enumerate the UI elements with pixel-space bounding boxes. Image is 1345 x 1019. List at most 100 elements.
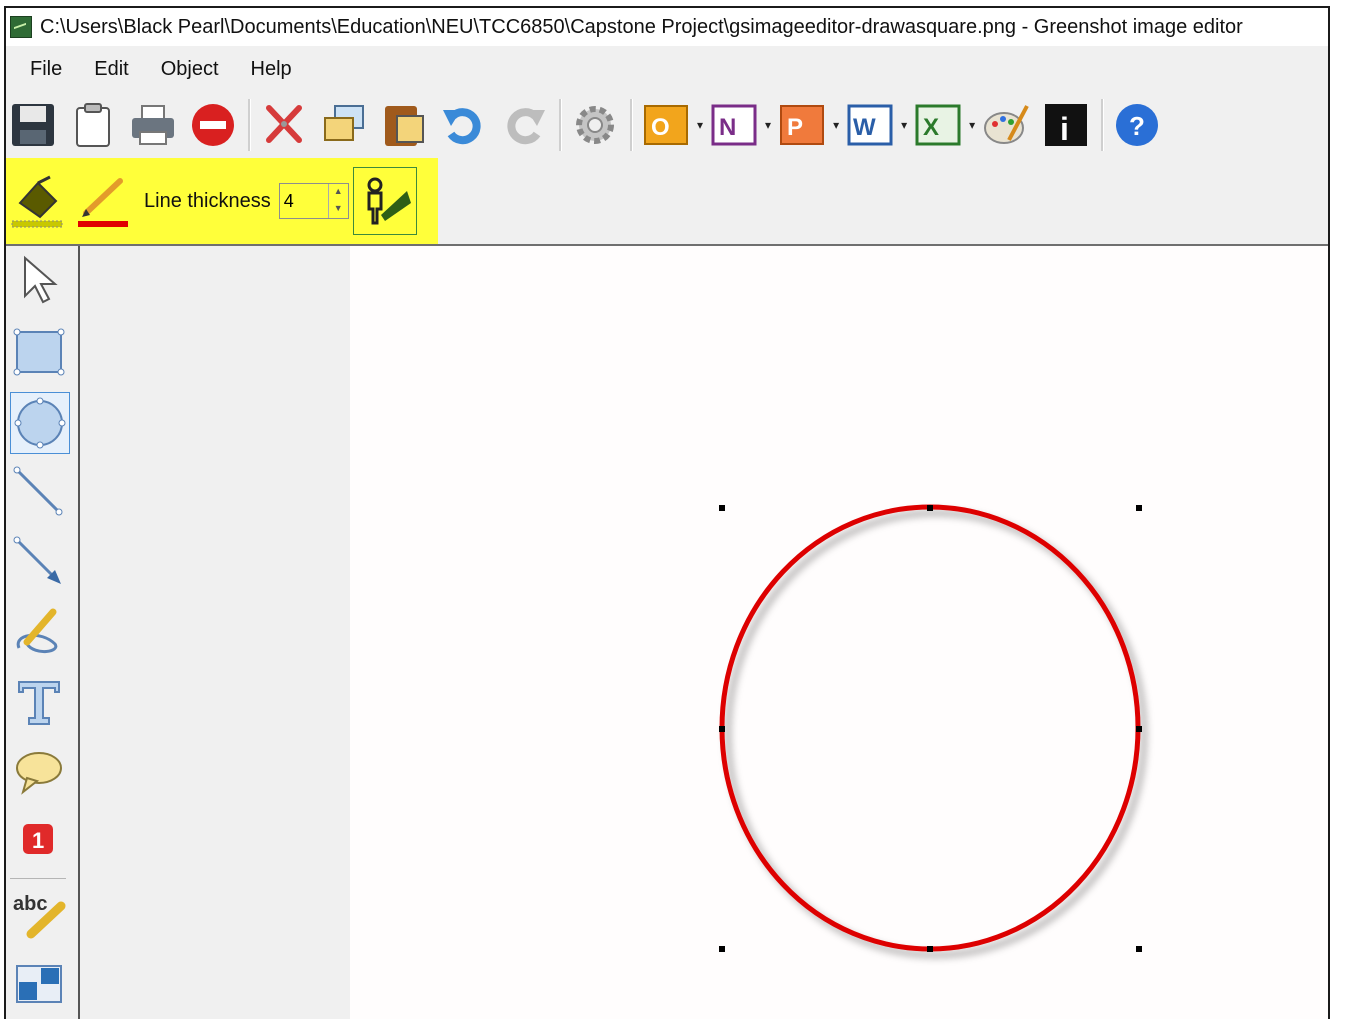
pencil-line-color-icon xyxy=(78,178,128,227)
onenote-icon: N xyxy=(711,104,757,146)
menu-help[interactable]: Help xyxy=(235,58,308,81)
excel-icon: X xyxy=(915,104,961,146)
sidebar-separator xyxy=(10,878,66,879)
shadow-toggle-button[interactable] xyxy=(352,167,417,235)
word-icon: W xyxy=(847,104,893,146)
settings-gear-icon xyxy=(576,106,614,144)
grip-right[interactable] xyxy=(1136,726,1142,732)
copy-to-clipboard-button[interactable] xyxy=(66,98,120,152)
spinner-up-icon[interactable]: ▲ xyxy=(329,184,348,201)
ellipse-tool-button[interactable] xyxy=(10,392,70,454)
highlight-tool-icon: abc xyxy=(13,893,66,939)
text-tool-button[interactable] xyxy=(10,672,68,732)
word-dropdown-arrow[interactable]: ▾ xyxy=(901,118,907,132)
menu-object[interactable]: Object xyxy=(145,58,235,81)
save-icon xyxy=(12,104,54,146)
powerpoint-icon: P xyxy=(780,105,825,145)
greenshot-app-icon xyxy=(10,16,32,38)
step-label-tool-button[interactable]: 1 xyxy=(10,810,68,870)
speechbubble-tool-button[interactable] xyxy=(10,742,68,802)
svg-text:?: ? xyxy=(1129,111,1145,141)
grip-bottom[interactable] xyxy=(927,946,933,952)
speechbubble-tool-icon xyxy=(16,752,62,795)
menu-file[interactable]: File xyxy=(6,58,78,81)
grip-top-right[interactable] xyxy=(1136,505,1142,511)
paste-button[interactable] xyxy=(377,98,431,152)
canvas-drawing xyxy=(719,504,1142,952)
svg-text:i: i xyxy=(1060,111,1069,147)
title-bar: C:\Users\Black Pearl\Documents\Education… xyxy=(6,8,1328,46)
drawing-canvas[interactable] xyxy=(350,246,1328,1019)
export-excel-button[interactable]: X xyxy=(911,98,965,152)
export-powerpoint-button[interactable]: P xyxy=(775,98,829,152)
open-in-paint-button[interactable] xyxy=(979,98,1033,152)
onenote-dropdown-arrow[interactable]: ▾ xyxy=(765,118,771,132)
help-button[interactable]: ? xyxy=(1110,98,1164,152)
line-thickness-input[interactable] xyxy=(279,184,328,218)
export-onenote-button[interactable]: N xyxy=(707,98,761,152)
line-thickness-label: Line thickness xyxy=(144,189,271,212)
image-info-button[interactable]: i xyxy=(1039,98,1093,152)
spinner-down-icon[interactable]: ▼ xyxy=(329,201,348,218)
close-editor-button[interactable] xyxy=(186,98,240,152)
paste-icon xyxy=(385,106,424,146)
menu-edit[interactable]: Edit xyxy=(78,58,144,81)
export-word-button[interactable]: W xyxy=(843,98,897,152)
line-color-button[interactable] xyxy=(70,168,134,234)
freehand-tool-icon xyxy=(16,608,58,653)
step-label-tool-icon: 1 xyxy=(23,824,53,854)
powerpoint-dropdown-arrow[interactable]: ▾ xyxy=(833,118,839,132)
svg-text:1: 1 xyxy=(32,828,44,853)
undo-button[interactable] xyxy=(437,98,491,152)
clipboard-icon xyxy=(76,103,110,147)
main-toolbar: O ▾ N ▾ P ▾ W ▾ X ▾ i ? xyxy=(6,92,1328,158)
close-editor-icon xyxy=(192,104,234,146)
canvas-gutter xyxy=(80,246,350,1019)
outlook-icon: O xyxy=(644,105,688,145)
cut-icon xyxy=(266,105,302,143)
fill-bucket-icon xyxy=(11,175,63,228)
arrow-tool-button[interactable] xyxy=(10,532,68,592)
select-tool-button[interactable] xyxy=(10,250,68,310)
rectangle-tool-button[interactable] xyxy=(10,322,68,382)
svg-text:X: X xyxy=(923,114,939,141)
obfuscate-tool-button[interactable] xyxy=(10,954,68,1014)
cut-button[interactable] xyxy=(257,98,311,152)
paint-palette-icon xyxy=(984,105,1029,144)
export-outlook-button[interactable]: O xyxy=(639,98,693,152)
select-tool-icon xyxy=(24,255,58,304)
line-tool-button[interactable] xyxy=(10,462,68,522)
text-tool-icon xyxy=(18,681,60,725)
editor-window: C:\Users\Black Pearl\Documents\Education… xyxy=(4,6,1330,1019)
line-tool-icon xyxy=(13,466,63,516)
grip-top-left[interactable] xyxy=(719,505,725,511)
shadow-icon xyxy=(367,177,411,225)
print-icon xyxy=(132,105,174,145)
svg-text:O: O xyxy=(651,114,670,141)
redo-button[interactable] xyxy=(497,98,551,152)
help-icon: ? xyxy=(1116,104,1159,146)
drawn-ellipse-shape[interactable] xyxy=(719,504,1141,952)
line-thickness-spinner[interactable]: ▲ ▼ xyxy=(278,183,349,219)
toolbar-separator xyxy=(559,99,562,151)
outlook-dropdown-arrow[interactable]: ▾ xyxy=(697,118,703,132)
tools-sidebar: 1 abc xyxy=(6,246,80,1019)
menu-bar: File Edit Object Help xyxy=(6,48,1328,90)
grip-bottom-right[interactable] xyxy=(1136,946,1142,952)
fill-color-button[interactable] xyxy=(6,168,70,234)
highlight-tool-button[interactable]: abc xyxy=(10,884,68,944)
drawing-properties-toolbar: Line thickness ▲ ▼ xyxy=(6,158,438,244)
toolbar-separator xyxy=(248,99,251,151)
freehand-tool-button[interactable] xyxy=(10,602,68,662)
print-button[interactable] xyxy=(126,98,180,152)
spinner-arrows[interactable]: ▲ ▼ xyxy=(327,184,348,218)
grip-bottom-left[interactable] xyxy=(719,946,725,952)
settings-button[interactable] xyxy=(568,98,622,152)
excel-dropdown-arrow[interactable]: ▾ xyxy=(969,118,975,132)
grip-left[interactable] xyxy=(719,726,725,732)
save-button[interactable] xyxy=(6,98,60,152)
rectangle-tool-icon xyxy=(13,328,65,376)
toolbar-separator xyxy=(1101,99,1105,151)
copy-button[interactable] xyxy=(317,98,371,152)
grip-top[interactable] xyxy=(927,505,933,511)
